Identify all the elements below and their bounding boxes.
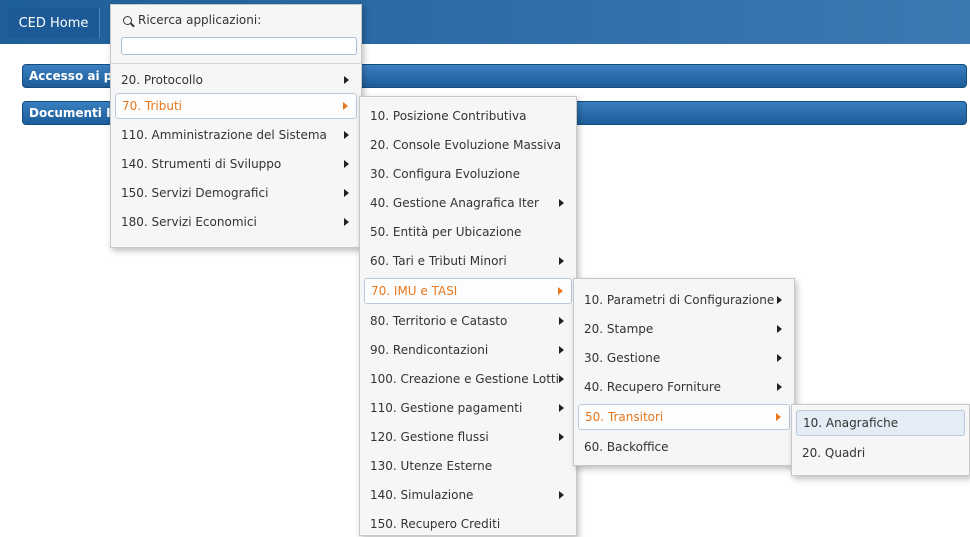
menu-item-amministrazione[interactable]: 110. Amministrazione del Sistema bbox=[115, 122, 357, 148]
menu-item-backoffice[interactable]: 60. Backoffice bbox=[578, 434, 790, 460]
menu-item-imu-tasi[interactable]: 70. IMU e TASI bbox=[364, 278, 572, 304]
menu-item-gestione-flussi[interactable]: 120. Gestione flussi bbox=[364, 424, 572, 450]
menu-item-servizi-demografici[interactable]: 150. Servizi Demografici bbox=[115, 180, 357, 206]
menu-item-anagrafiche[interactable]: 10. Anagrafiche bbox=[796, 410, 965, 436]
menu-item-stampe[interactable]: 20. Stampe bbox=[578, 316, 790, 342]
chevron-right-icon bbox=[559, 375, 564, 383]
chevron-right-icon bbox=[559, 404, 564, 412]
imu-tasi-submenu: 10. Parametri di Configurazione 20. Stam… bbox=[573, 278, 795, 466]
menu-item-simulazione[interactable]: 140. Simulazione bbox=[364, 482, 572, 508]
menu-item-creazione-gestione-lotti[interactable]: 100. Creazione e Gestione Lotti bbox=[364, 366, 572, 392]
tab-ced-home[interactable]: CED Home bbox=[8, 8, 100, 38]
chevron-right-icon bbox=[559, 433, 564, 441]
chevron-right-icon bbox=[344, 218, 349, 226]
menu-item-strumenti-sviluppo[interactable]: 140. Strumenti di Sviluppo bbox=[115, 151, 357, 177]
chevron-right-icon bbox=[777, 325, 782, 333]
chevron-right-icon bbox=[559, 346, 564, 354]
applications-menu: Ricerca applicazioni: 20. Protocollo 70.… bbox=[110, 4, 362, 248]
menu-item-servizi-economici[interactable]: 180. Servizi Economici bbox=[115, 209, 357, 235]
menu-item-recupero-crediti[interactable]: 150. Recupero Crediti bbox=[364, 511, 572, 537]
chevron-right-icon bbox=[344, 76, 349, 84]
transitori-submenu: 10. Anagrafiche 20. Quadri bbox=[791, 404, 970, 476]
menu-item-transitori[interactable]: 50. Transitori bbox=[578, 404, 790, 430]
chevron-right-icon bbox=[344, 189, 349, 197]
menu-item-tributi[interactable]: 70. Tributi bbox=[115, 93, 357, 119]
chevron-right-icon bbox=[559, 199, 564, 207]
menu-item-gestione-anagrafica-iter[interactable]: 40. Gestione Anagrafica Iter bbox=[364, 190, 572, 216]
chevron-right-icon bbox=[777, 383, 782, 391]
search-input[interactable] bbox=[121, 37, 357, 55]
tributi-submenu: 10. Posizione Contributiva 20. Console E… bbox=[359, 96, 577, 536]
menu-item-utenze-esterne[interactable]: 130. Utenze Esterne bbox=[364, 453, 572, 479]
divider bbox=[111, 63, 361, 64]
menu-item-territorio-catasto[interactable]: 80. Territorio e Catasto bbox=[364, 308, 572, 334]
menu-item-console-evoluzione[interactable]: 20. Console Evoluzione Massiva bbox=[364, 132, 572, 158]
menu-item-recupero-forniture[interactable]: 40. Recupero Forniture bbox=[578, 374, 790, 400]
search-icon bbox=[123, 15, 132, 25]
menu-item-entita-ubicazione[interactable]: 50. Entità per Ubicazione bbox=[364, 219, 572, 245]
chevron-right-icon bbox=[558, 287, 563, 295]
menu-item-tari-tributi-minori[interactable]: 60. Tari e Tributi Minori bbox=[364, 248, 572, 274]
search-label-text: Ricerca applicazioni: bbox=[138, 13, 262, 27]
chevron-right-icon bbox=[559, 257, 564, 265]
menu-item-protocollo[interactable]: 20. Protocollo bbox=[115, 67, 357, 93]
menu-item-gestione[interactable]: 30. Gestione bbox=[578, 345, 790, 371]
chevron-right-icon bbox=[344, 160, 349, 168]
menu-item-rendicontazioni[interactable]: 90. Rendicontazioni bbox=[364, 337, 572, 363]
menu-item-quadri[interactable]: 20. Quadri bbox=[796, 440, 965, 466]
chevron-right-icon bbox=[777, 296, 782, 304]
menu-item-configura-evoluzione[interactable]: 30. Configura Evoluzione bbox=[364, 161, 572, 187]
chevron-right-icon bbox=[777, 354, 782, 362]
chevron-right-icon bbox=[343, 102, 348, 110]
chevron-right-icon bbox=[559, 317, 564, 325]
chevron-right-icon bbox=[776, 413, 781, 421]
chevron-right-icon bbox=[344, 131, 349, 139]
menu-item-gestione-pagamenti[interactable]: 110. Gestione pagamenti bbox=[364, 395, 572, 421]
search-label: Ricerca applicazioni: bbox=[123, 13, 261, 27]
menu-item-posizione-contributiva[interactable]: 10. Posizione Contributiva bbox=[364, 103, 572, 129]
chevron-right-icon bbox=[559, 491, 564, 499]
menu-item-parametri-configurazione[interactable]: 10. Parametri di Configurazione bbox=[578, 287, 790, 313]
